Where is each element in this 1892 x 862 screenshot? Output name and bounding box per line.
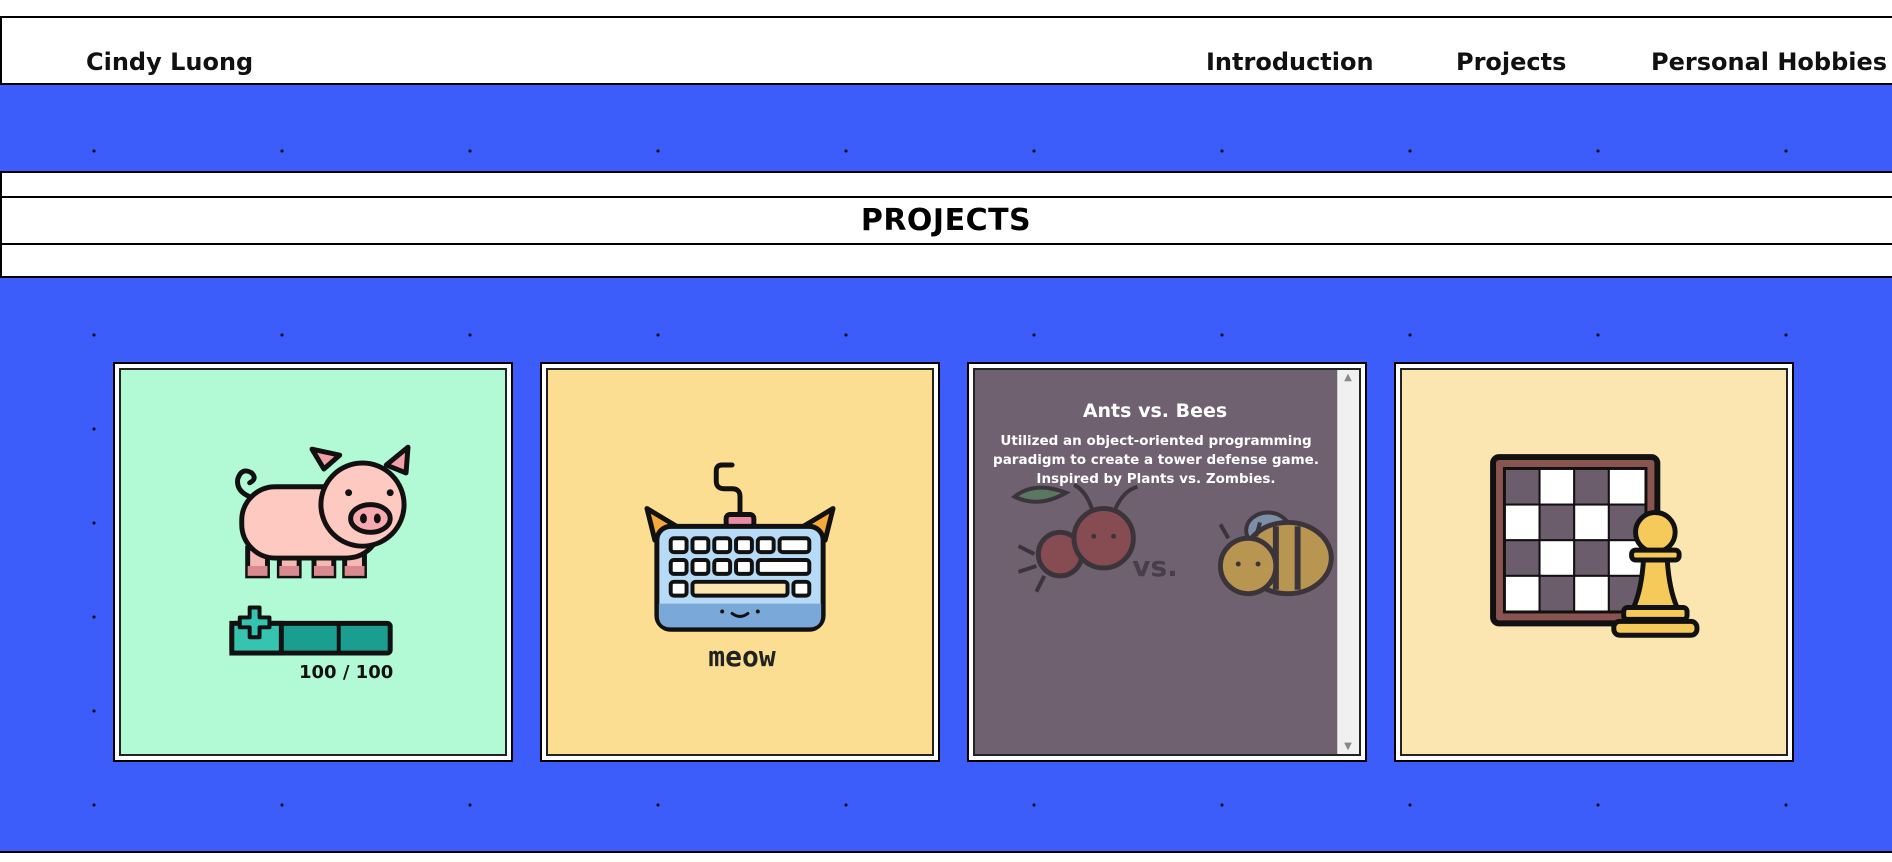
pig-health-bar-icon bbox=[229, 444, 411, 656]
nav-introduction[interactable]: Introduction bbox=[1206, 48, 1374, 76]
card-inner bbox=[1400, 368, 1788, 756]
meow-label: meow bbox=[708, 640, 776, 673]
site-brand[interactable]: Cindy Luong bbox=[86, 48, 253, 76]
project-card-keyboard[interactable]: meow bbox=[540, 362, 940, 762]
card-inner: Ants vs. Bees Utilized an object-oriente… bbox=[973, 368, 1361, 756]
card-scrollbar[interactable]: ▲ ▼ bbox=[1337, 370, 1359, 754]
title-strip-top bbox=[0, 171, 1892, 198]
site-header bbox=[0, 16, 1892, 85]
scroll-up-arrow-icon[interactable]: ▲ bbox=[1338, 372, 1358, 383]
section-title: PROJECTS bbox=[860, 203, 1032, 238]
project-card-chess[interactable] bbox=[1394, 362, 1794, 762]
health-text: 100 / 100 bbox=[299, 662, 394, 683]
vs-label: vs. bbox=[1132, 550, 1178, 583]
project-card-pig[interactable]: 100 / 100 bbox=[113, 362, 513, 762]
nav-personal-hobbies[interactable]: Personal Hobbies bbox=[1651, 48, 1887, 76]
project-card-ants-vs-bees[interactable]: Ants vs. Bees Utilized an object-oriente… bbox=[967, 362, 1367, 762]
card-inner: meow bbox=[546, 368, 934, 756]
scroll-down-arrow-icon[interactable]: ▼ bbox=[1338, 741, 1358, 752]
cat-keyboard-icon bbox=[644, 462, 836, 632]
chessboard-pawn-icon bbox=[1490, 454, 1700, 638]
footer-edge bbox=[0, 851, 1892, 862]
title-strip-bottom bbox=[0, 243, 1892, 278]
nav-projects[interactable]: Projects bbox=[1456, 48, 1566, 76]
card-inner: 100 / 100 bbox=[119, 368, 507, 756]
decorative-band-top bbox=[0, 85, 1892, 171]
